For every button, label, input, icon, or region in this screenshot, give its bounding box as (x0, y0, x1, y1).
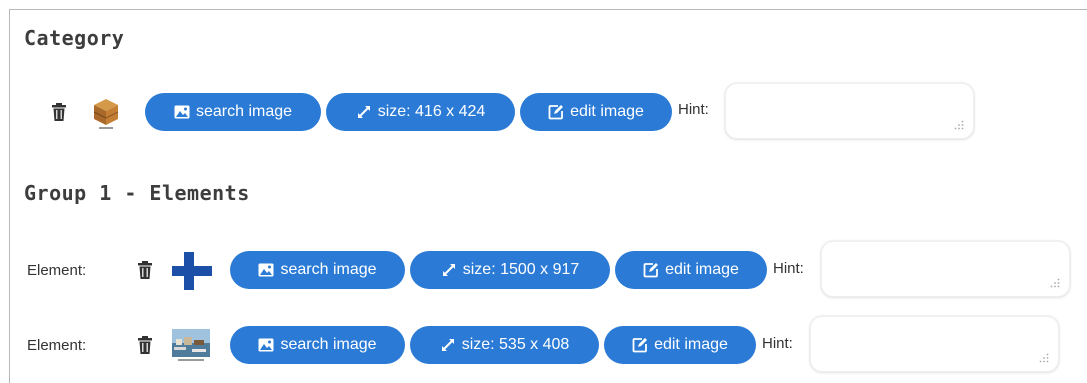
search-image-button[interactable]: search image (230, 326, 405, 364)
size-button[interactable]: size: 416 x 424 (326, 93, 515, 131)
resize-icon (357, 106, 370, 118)
hint-textarea[interactable] (810, 316, 1059, 372)
search-image-label: search image (280, 261, 377, 278)
size-label: size: 416 x 424 (377, 103, 486, 120)
element-thumbnail (172, 252, 212, 290)
edit-image-label: edit image (665, 261, 739, 278)
resize-handle-icon[interactable] (1050, 278, 1060, 288)
search-image-button[interactable]: search image (145, 93, 321, 131)
size-label: size: 1500 x 917 (462, 261, 580, 278)
category-thumbnail (93, 99, 119, 129)
trash-icon[interactable] (138, 261, 152, 279)
trash-icon[interactable] (138, 336, 152, 354)
edit-image-label: edit image (570, 103, 644, 120)
category-row: search image size: 416 x 424 edit image … (0, 83, 1087, 139)
image-icon (258, 338, 274, 352)
size-button[interactable]: size: 535 x 408 (410, 326, 599, 364)
resize-icon (441, 339, 454, 351)
hint-label: Hint: (678, 101, 709, 118)
edit-icon (643, 263, 659, 278)
edit-image-button[interactable]: edit image (604, 326, 756, 364)
resize-handle-icon[interactable] (1039, 353, 1049, 363)
size-button[interactable]: size: 1500 x 917 (410, 251, 610, 289)
hint-label: Hint: (773, 260, 804, 277)
element-label: Element: (27, 262, 87, 279)
edit-icon (632, 338, 648, 353)
hint-textarea[interactable] (821, 241, 1070, 297)
image-icon (258, 263, 274, 277)
size-label: size: 535 x 408 (461, 336, 570, 353)
hint-textarea[interactable] (725, 83, 974, 139)
search-image-label: search image (280, 336, 377, 353)
trash-icon[interactable] (52, 103, 66, 121)
group-title: Group 1 - Elements (24, 181, 250, 205)
element-thumbnail (172, 329, 210, 361)
edit-image-button[interactable]: edit image (615, 251, 767, 289)
element-row: Element: search image size: 1500 x 917 e… (0, 241, 1087, 297)
edit-icon (548, 105, 564, 120)
edit-image-button[interactable]: edit image (520, 93, 672, 131)
element-label: Element: (27, 337, 87, 354)
hint-label: Hint: (762, 335, 793, 352)
edit-image-label: edit image (654, 336, 728, 353)
resize-icon (442, 264, 455, 276)
search-image-label: search image (195, 103, 293, 120)
image-icon (174, 105, 190, 119)
element-row: Element: search image size: 535 x 408 ed… (0, 316, 1087, 372)
resize-handle-icon[interactable] (954, 120, 964, 130)
category-title: Category (24, 26, 125, 50)
search-image-button[interactable]: search image (230, 251, 405, 289)
